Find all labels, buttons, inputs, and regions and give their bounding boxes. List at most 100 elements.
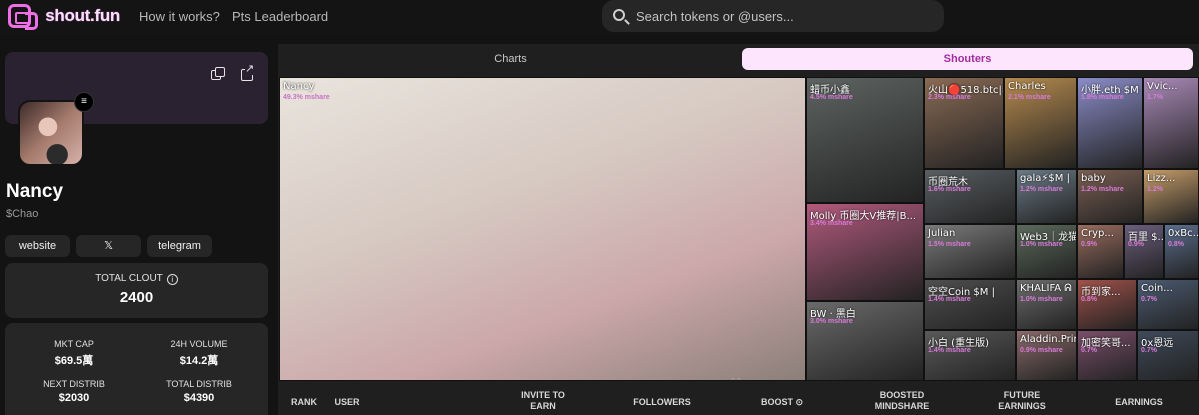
shouter-tile[interactable]: Julian 1.5% mshare [924, 224, 1016, 279]
shouter-mindshare: 1.0% mshare [1020, 241, 1063, 248]
shouter-mindshare: 0.9% mshare [1020, 347, 1063, 354]
shouter-mindshare: 1.2% [1147, 186, 1163, 193]
shouter-mindshare: 3.4% mshare [810, 220, 853, 227]
shouter-tile[interactable]: Vvic... 1.7% [1143, 77, 1199, 169]
stat-value: $14.2萬 [179, 355, 219, 367]
nav-how-it-works[interactable]: How it works? [139, 9, 220, 24]
shouter-name: 0xBc... [1168, 228, 1199, 239]
external-link-icon[interactable] [241, 63, 255, 81]
shouter-mindshare: 0.8% [1168, 241, 1184, 248]
shouter-mindshare: 0.7% [1141, 296, 1157, 303]
stat-value: $69.5萬 [54, 355, 94, 367]
shouter-tile[interactable]: 小胖.eth $M 1.8% mshare [1077, 77, 1143, 169]
stat-value: $4390 [183, 392, 215, 404]
col-rank[interactable]: RANK [279, 397, 329, 408]
tab-charts[interactable]: Charts [284, 48, 737, 70]
top-nav: shout.fun How it works? Pts Leaderboard [0, 0, 1199, 36]
shouter-tile[interactable]: Charles 2.1% mshare [1004, 77, 1077, 169]
profile-name: Nancy [6, 181, 64, 202]
shouter-tile[interactable]: Lizz... 1.2% [1143, 169, 1199, 224]
tab-shouters[interactable]: Shouters [742, 48, 1193, 70]
shouter-name: Coin... [1141, 283, 1173, 294]
shouter-mindshare: 49.3% mshare [283, 94, 330, 101]
col-boosted-mindshare[interactable]: BOOSTED MINDSHARE [871, 390, 933, 412]
search-input[interactable] [636, 0, 936, 32]
shouters-table-header: RANK USER INVITE TO EARN FOLLOWERS BOOST… [279, 385, 1199, 415]
shouters-treemap: Nancy 49.3% mshare 蜡币小鑫 4.5% mshare Molly 币圈… [279, 77, 1199, 381]
shouter-mindshare: 0.8% [1081, 296, 1097, 303]
col-future-earnings[interactable]: FUTURE EARNINGS [995, 390, 1049, 412]
shouter-tile[interactable]: 币到家... 0.8% [1077, 279, 1137, 330]
shouter-mindshare: 2.3% mshare [928, 94, 971, 101]
stat-label: MKT CAP [54, 339, 94, 349]
shouter-tile[interactable]: 币圈荒木 1.6% mshare [924, 169, 1016, 224]
col-followers[interactable]: FOLLOWERS [627, 397, 697, 408]
shouter-name: Aladdin.Prince [1020, 334, 1076, 345]
shouter-mindshare: 3.0% mshare [810, 318, 853, 325]
stat-label: TOTAL DISTRIB [166, 379, 232, 389]
shouter-tile[interactable]: 火山🔴518.btc|B...2.3% mshare [924, 77, 1004, 169]
shouter-tile[interactable]: 空空Coin $M | 1.4% mshare [924, 279, 1016, 330]
shouter-name: Nancy [283, 81, 315, 92]
shouter-tile[interactable]: 0xBc... 0.8% [1164, 224, 1199, 279]
stat-label: NEXT DISTRIB [43, 379, 105, 389]
shouter-name: KHALIFA ᕱ [1020, 283, 1072, 294]
nav-pts-leaderboard[interactable]: Pts Leaderboard [232, 9, 328, 24]
shouter-mindshare: 1.8% mshare [1081, 94, 1124, 101]
shouter-name: Vvic... [1147, 81, 1178, 92]
shouter-mindshare: 0.7% [1141, 347, 1157, 354]
shout-fun-logo[interactable]: shout.fun [8, 3, 120, 30]
token-ticker: $Chao [6, 208, 39, 220]
shouter-mindshare: 1.6% mshare [928, 186, 971, 193]
shouter-tile[interactable]: Nancy 49.3% mshare [279, 77, 806, 381]
shouter-tile[interactable]: Cryp... 0.9% [1077, 224, 1124, 279]
shouter-tile[interactable]: 百里 $... 0.9% [1124, 224, 1164, 279]
shouter-tile[interactable]: KHALIFA ᕱ 1.0% mshare [1016, 279, 1077, 330]
info-icon[interactable]: i [166, 274, 178, 285]
col-user[interactable]: USER [327, 397, 367, 408]
col-boost[interactable]: BOOST ⊙ [757, 397, 807, 408]
megaphone-logo-icon [8, 4, 39, 30]
website-button[interactable]: website [5, 235, 70, 257]
x-button[interactable]: 𝕏 [76, 235, 141, 257]
shouter-mindshare: 1.0% mshare [1020, 296, 1063, 303]
shouter-name: baby [1081, 173, 1106, 184]
shouter-tile[interactable]: BW · 黑白 3.0% mshare [806, 301, 924, 381]
shouter-tile[interactable]: 0x恩远 0.7% [1137, 330, 1199, 381]
shouter-tile[interactable]: baby 1.2% mshare [1077, 169, 1143, 224]
shouter-tile[interactable]: Molly 币圈大V推荐|B... 3.4% mshare [806, 203, 924, 301]
logo-text: shout.fun [45, 6, 120, 25]
shouter-mindshare: 0.7% [1081, 347, 1097, 354]
shouter-name: Charles [1008, 81, 1046, 92]
copy-icon[interactable] [211, 67, 225, 81]
shouter-mindshare: 1.5% mshare [928, 241, 971, 248]
shouter-mindshare: 1.7% [1147, 94, 1163, 101]
shouter-mindshare: 1.4% mshare [928, 296, 971, 303]
token-profile-panel: ≡ Nancy $Chao website 𝕏 telegram TOTAL C… [0, 44, 276, 415]
shouter-mindshare: 0.9% [1128, 241, 1144, 248]
shouter-name: gala⚡$M | [1020, 173, 1070, 184]
search-bar[interactable] [602, 0, 944, 32]
telegram-button[interactable]: telegram [147, 235, 212, 257]
total-clout-value: 2400 [119, 289, 154, 306]
search-icon [613, 9, 625, 21]
col-invite-to-earn[interactable]: INVITE TO EARN [519, 390, 567, 412]
shouter-name: Lizz... [1147, 173, 1176, 184]
shouter-tile[interactable]: 蜡币小鑫 4.5% mshare [806, 77, 924, 203]
col-earnings[interactable]: EARNINGS [1109, 397, 1169, 408]
stat-value: $2030 [58, 392, 90, 404]
shouter-tile[interactable]: 加密笑哥... 0.7% [1077, 330, 1137, 381]
stat-label: 24H VOLUME [170, 339, 228, 349]
shouter-tile[interactable]: Coin... 0.7% [1137, 279, 1199, 330]
platform-badge-icon: ≡ [74, 92, 94, 112]
shouter-tile[interactable]: 小白 (重生版) 1.4% mshare [924, 330, 1016, 381]
shouter-tile[interactable]: Aladdin.Prince 0.9% mshare [1016, 330, 1077, 381]
shouter-mindshare: 0.9% [1081, 241, 1097, 248]
avatar [18, 100, 84, 166]
shouter-mindshare: 1.4% mshare [928, 347, 971, 354]
total-clout-card: TOTAL CLOUT i 2400 [5, 263, 268, 318]
shouter-tile[interactable]: gala⚡$M | 1.2% mshare [1016, 169, 1077, 224]
token-stats-card: MKT CAP $69.5萬 24H VOLUME $14.2萬 NEXT DI… [5, 323, 268, 415]
shouter-tile[interactable]: Web3｜龙猫 1.0% mshare [1016, 224, 1077, 279]
shouter-mindshare: 2.1% mshare [1008, 94, 1051, 101]
